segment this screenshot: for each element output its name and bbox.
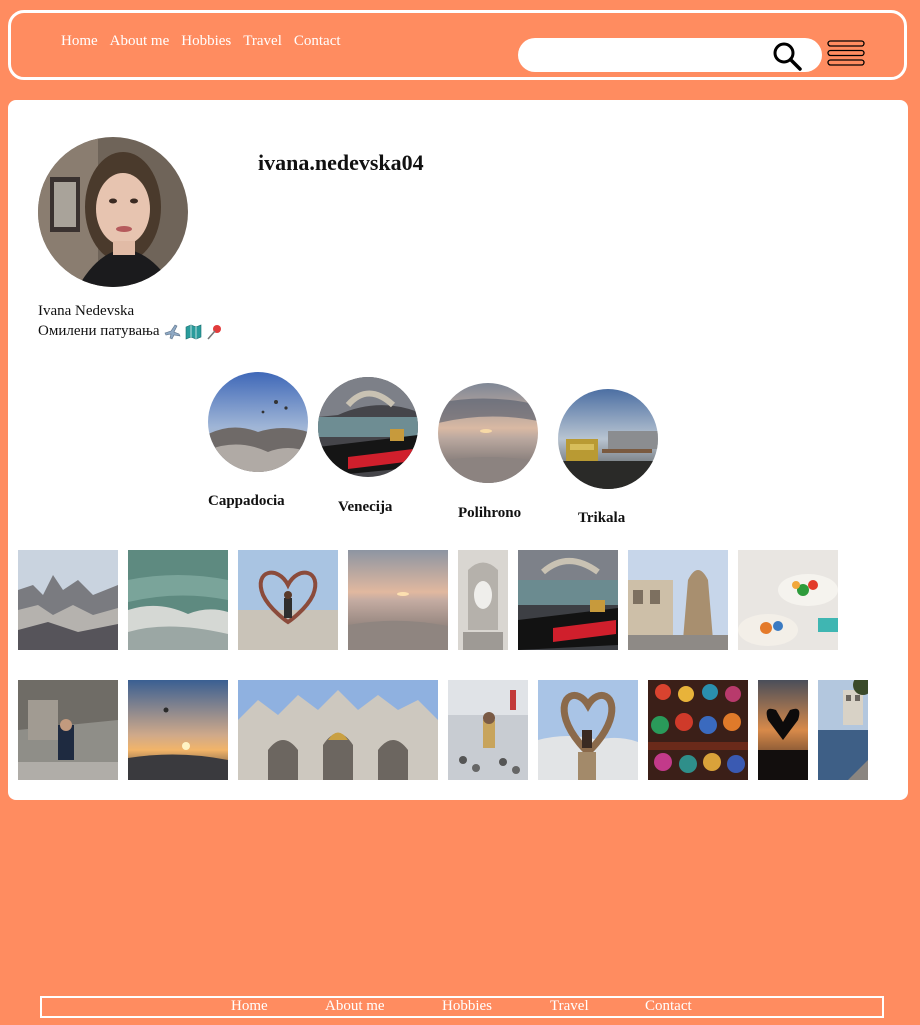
- highlight-cappadocia[interactable]: Cappadocia: [208, 372, 308, 509]
- search-input[interactable]: [534, 38, 774, 72]
- photo-thumbnail[interactable]: [648, 680, 748, 780]
- photo-thumbnail[interactable]: [128, 550, 228, 650]
- top-navigation-bar: Home About me Hobbies Travel Contact: [8, 10, 907, 80]
- photo-thumbnail[interactable]: [458, 550, 508, 650]
- footer-nav: Home About me Hobbies Travel Contact: [40, 996, 884, 1018]
- footer-hobbies-link[interactable]: Hobbies: [442, 998, 492, 1015]
- bio-text: Омилени патувања: [38, 323, 160, 339]
- pushpin-icon: [206, 324, 221, 340]
- search-icon[interactable]: [772, 41, 802, 71]
- photo-thumbnail[interactable]: [348, 550, 448, 650]
- highlight-label: Venecija: [338, 499, 393, 515]
- highlight-label: Cappadocia: [208, 493, 285, 509]
- photo-thumbnail[interactable]: [818, 680, 868, 780]
- photo-thumbnail[interactable]: [18, 550, 118, 650]
- avatar: [38, 137, 188, 287]
- photo-thumbnail[interactable]: [758, 680, 808, 780]
- photo-thumbnail[interactable]: [238, 680, 438, 780]
- photo-thumbnail[interactable]: [238, 550, 338, 650]
- photo-thumbnail[interactable]: [18, 680, 118, 780]
- hamburger-menu-icon[interactable]: [827, 39, 865, 67]
- nav-home-link[interactable]: Home: [61, 33, 98, 50]
- main-nav: Home About me Hobbies Travel Contact: [61, 33, 341, 50]
- nav-about-link[interactable]: About me: [110, 33, 170, 50]
- highlight-label: Trikala: [578, 510, 626, 526]
- footer-travel-link[interactable]: Travel: [550, 998, 589, 1015]
- profile-bio: Омилени патувања: [38, 323, 223, 340]
- nav-hobbies-link[interactable]: Hobbies: [181, 33, 231, 50]
- highlight-label: Polihrono: [458, 505, 522, 521]
- airplane-icon: [164, 324, 181, 339]
- photo-thumbnail[interactable]: [738, 550, 838, 650]
- map-icon: [185, 324, 201, 339]
- footer-home-link[interactable]: Home: [231, 998, 268, 1015]
- highlight-trikala[interactable]: Trikala: [558, 389, 658, 526]
- footer-contact-link[interactable]: Contact: [645, 998, 692, 1015]
- photo-thumbnail[interactable]: [538, 680, 638, 780]
- profile-panel: ivana.nedevska04 Ivana Nedevska Омилени …: [8, 100, 908, 800]
- profile-username: ivana.nedevska04: [258, 150, 424, 175]
- profile-name: Ivana Nedevska: [38, 303, 135, 319]
- photo-thumbnail[interactable]: [448, 680, 528, 780]
- photo-thumbnail[interactable]: [518, 550, 618, 650]
- search-bar: [518, 38, 822, 72]
- footer-about-link[interactable]: About me: [325, 998, 385, 1015]
- highlight-polihrono[interactable]: Polihrono: [438, 383, 538, 521]
- nav-travel-link[interactable]: Travel: [243, 33, 282, 50]
- nav-contact-link[interactable]: Contact: [294, 33, 341, 50]
- photo-thumbnail[interactable]: [128, 680, 228, 780]
- photo-thumbnail[interactable]: [628, 550, 728, 650]
- highlight-venecija[interactable]: Venecija: [318, 377, 418, 515]
